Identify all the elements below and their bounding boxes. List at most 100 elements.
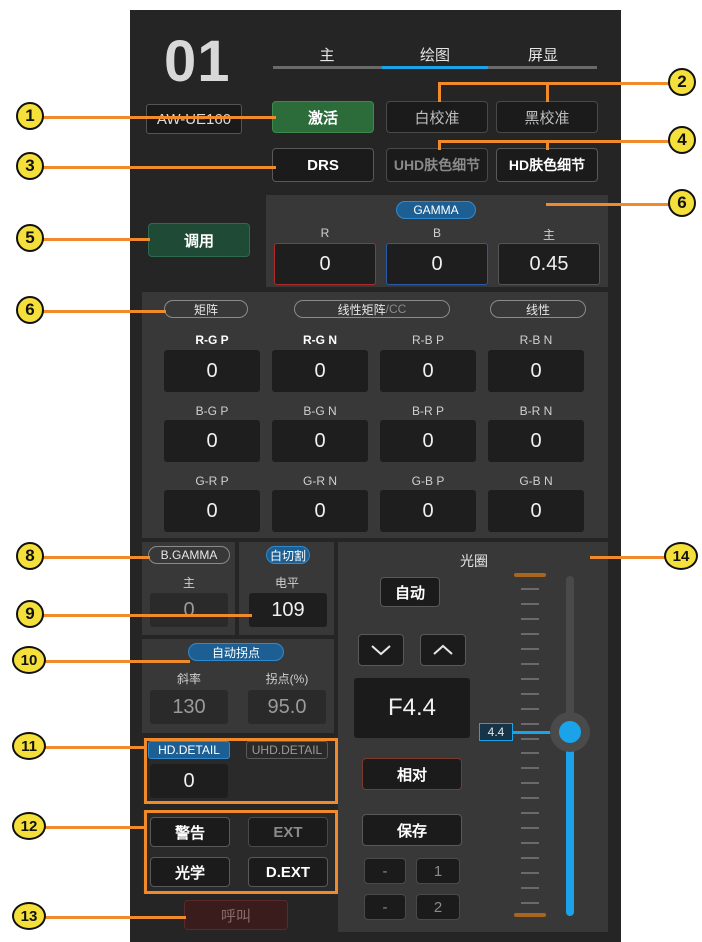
iris-up-button[interactable] (420, 634, 466, 666)
scale-tick (521, 752, 539, 755)
callout-line-14 (590, 556, 674, 559)
scale-tick (521, 812, 539, 815)
tab-paint[interactable]: 绘图 (390, 44, 480, 65)
black-balance-button[interactable]: 黑校准 (496, 101, 598, 133)
recall-button[interactable]: 调用 (148, 223, 250, 257)
matrix-label: G-B P (411, 474, 445, 488)
matrix-label: B-G P (195, 404, 229, 418)
callout-badge: 6 (16, 296, 44, 324)
matrix-label: B-G N (303, 404, 337, 418)
callout-badge: 11 (12, 732, 46, 760)
matrix-value[interactable]: 0 (380, 490, 476, 532)
scale-tick (521, 722, 539, 725)
tab-linear[interactable]: 线性 (490, 300, 586, 318)
callout-badge: 6 (668, 189, 696, 217)
callout-line-5 (30, 238, 150, 241)
callout-badge: 9 (16, 600, 44, 628)
scale-tick (521, 707, 539, 710)
callout-box-alarms (144, 810, 338, 894)
knee-point-value[interactable]: 95.0 (248, 690, 326, 724)
tab-matrix[interactable]: 矩阵 (164, 300, 248, 318)
gamma-b-value[interactable]: 0 (386, 243, 488, 285)
matrix-value[interactable]: 0 (164, 350, 260, 392)
relative-button[interactable]: 相对 (362, 758, 462, 790)
activate-button[interactable]: 激活 (272, 101, 374, 133)
matrix-value[interactable]: 0 (272, 490, 368, 532)
cc-label: /CC (385, 302, 407, 316)
matrix-label: G-B N (519, 474, 553, 488)
scale-tick (521, 677, 539, 680)
matrix-label: R-G N (303, 333, 337, 347)
matrix-value[interactable]: 0 (272, 350, 368, 392)
white-clip-title[interactable]: 白切割 (266, 546, 310, 564)
matrix-label: B-R N (519, 404, 553, 418)
call-button[interactable]: 呼叫 (184, 900, 288, 930)
preset-2-button[interactable]: 2 (416, 894, 460, 920)
callout-line-13 (30, 916, 186, 919)
knee-slope-value[interactable]: 130 (150, 690, 228, 724)
callout-line-4 (438, 140, 674, 143)
save-button[interactable]: 保存 (362, 814, 462, 846)
matrix-value[interactable]: 0 (488, 420, 584, 462)
uhd-skin-detail-button[interactable]: UHD肤色细节 (386, 148, 488, 182)
slider-knob-dot (559, 721, 581, 744)
white-clip-value[interactable]: 109 (249, 593, 327, 627)
scale-tick (521, 692, 539, 695)
preset-minus-button[interactable]: - (364, 894, 406, 920)
callout-badge: 12 (12, 812, 46, 840)
matrix-label: R-G P (195, 333, 229, 347)
knee-point-label: 拐点(%) (265, 672, 309, 686)
scale-bottom-marker (514, 913, 546, 917)
matrix-value[interactable]: 0 (164, 490, 260, 532)
scale-tick (521, 857, 539, 860)
scale-tick (521, 588, 539, 590)
preset-minus-button[interactable]: - (364, 858, 406, 884)
gamma-master-value[interactable]: 0.45 (498, 243, 600, 285)
scale-tick (521, 782, 539, 785)
callout-line-11 (30, 746, 146, 749)
scale-tick (521, 902, 539, 904)
preset-1-button[interactable]: 1 (416, 858, 460, 884)
bgamma-title[interactable]: B.GAMMA (148, 546, 230, 564)
callout-line-3 (30, 166, 276, 169)
callout-badge: 5 (16, 224, 44, 252)
white-balance-button[interactable]: 白校准 (386, 101, 488, 133)
matrix-value[interactable]: 0 (488, 490, 584, 532)
matrix-value[interactable]: 0 (272, 420, 368, 462)
matrix-value[interactable]: 0 (380, 350, 476, 392)
drs-button[interactable]: DRS (272, 148, 374, 182)
iris-down-button[interactable] (358, 634, 404, 666)
auto-knee-title[interactable]: 自动拐点 (188, 643, 284, 661)
iris-auto-button[interactable]: 自动 (380, 577, 440, 607)
white-clip-label: 电平 (274, 576, 299, 590)
callout-line-1 (30, 116, 276, 119)
chevron-up-icon (433, 644, 453, 655)
callout-line-2-a (438, 82, 441, 102)
matrix-label: R-B P (411, 333, 444, 347)
tab-main[interactable]: 主 (282, 44, 372, 65)
bgamma-label: 主 (182, 576, 195, 590)
matrix-value[interactable]: 0 (164, 420, 260, 462)
tab-linear-matrix[interactable]: 线性矩阵/CC (294, 300, 450, 318)
iris-value: F4.4 (354, 678, 470, 738)
callout-badge: 13 (12, 902, 46, 930)
hd-skin-detail-button[interactable]: HD肤色细节 (496, 148, 598, 182)
bgamma-value[interactable]: 0 (150, 593, 228, 627)
scale-tick (521, 647, 539, 650)
tab-active-indicator (382, 66, 488, 69)
scale-tick (521, 872, 539, 875)
scale-tick (521, 887, 539, 890)
matrix-value[interactable]: 0 (380, 420, 476, 462)
matrix-label: G-R P (195, 474, 229, 488)
callout-badge: 10 (12, 646, 46, 674)
scale-tick (521, 842, 539, 845)
gamma-r-value[interactable]: 0 (274, 243, 376, 285)
callout-line-8 (30, 556, 150, 559)
chevron-down-icon (371, 645, 391, 656)
tab-osd[interactable]: 屏显 (498, 44, 588, 65)
scale-tick (521, 797, 539, 800)
callout-badge: 4 (668, 126, 696, 154)
linear-matrix-label: 线性矩阵 (337, 302, 386, 317)
callout-badge: 8 (16, 542, 44, 570)
matrix-value[interactable]: 0 (488, 350, 584, 392)
